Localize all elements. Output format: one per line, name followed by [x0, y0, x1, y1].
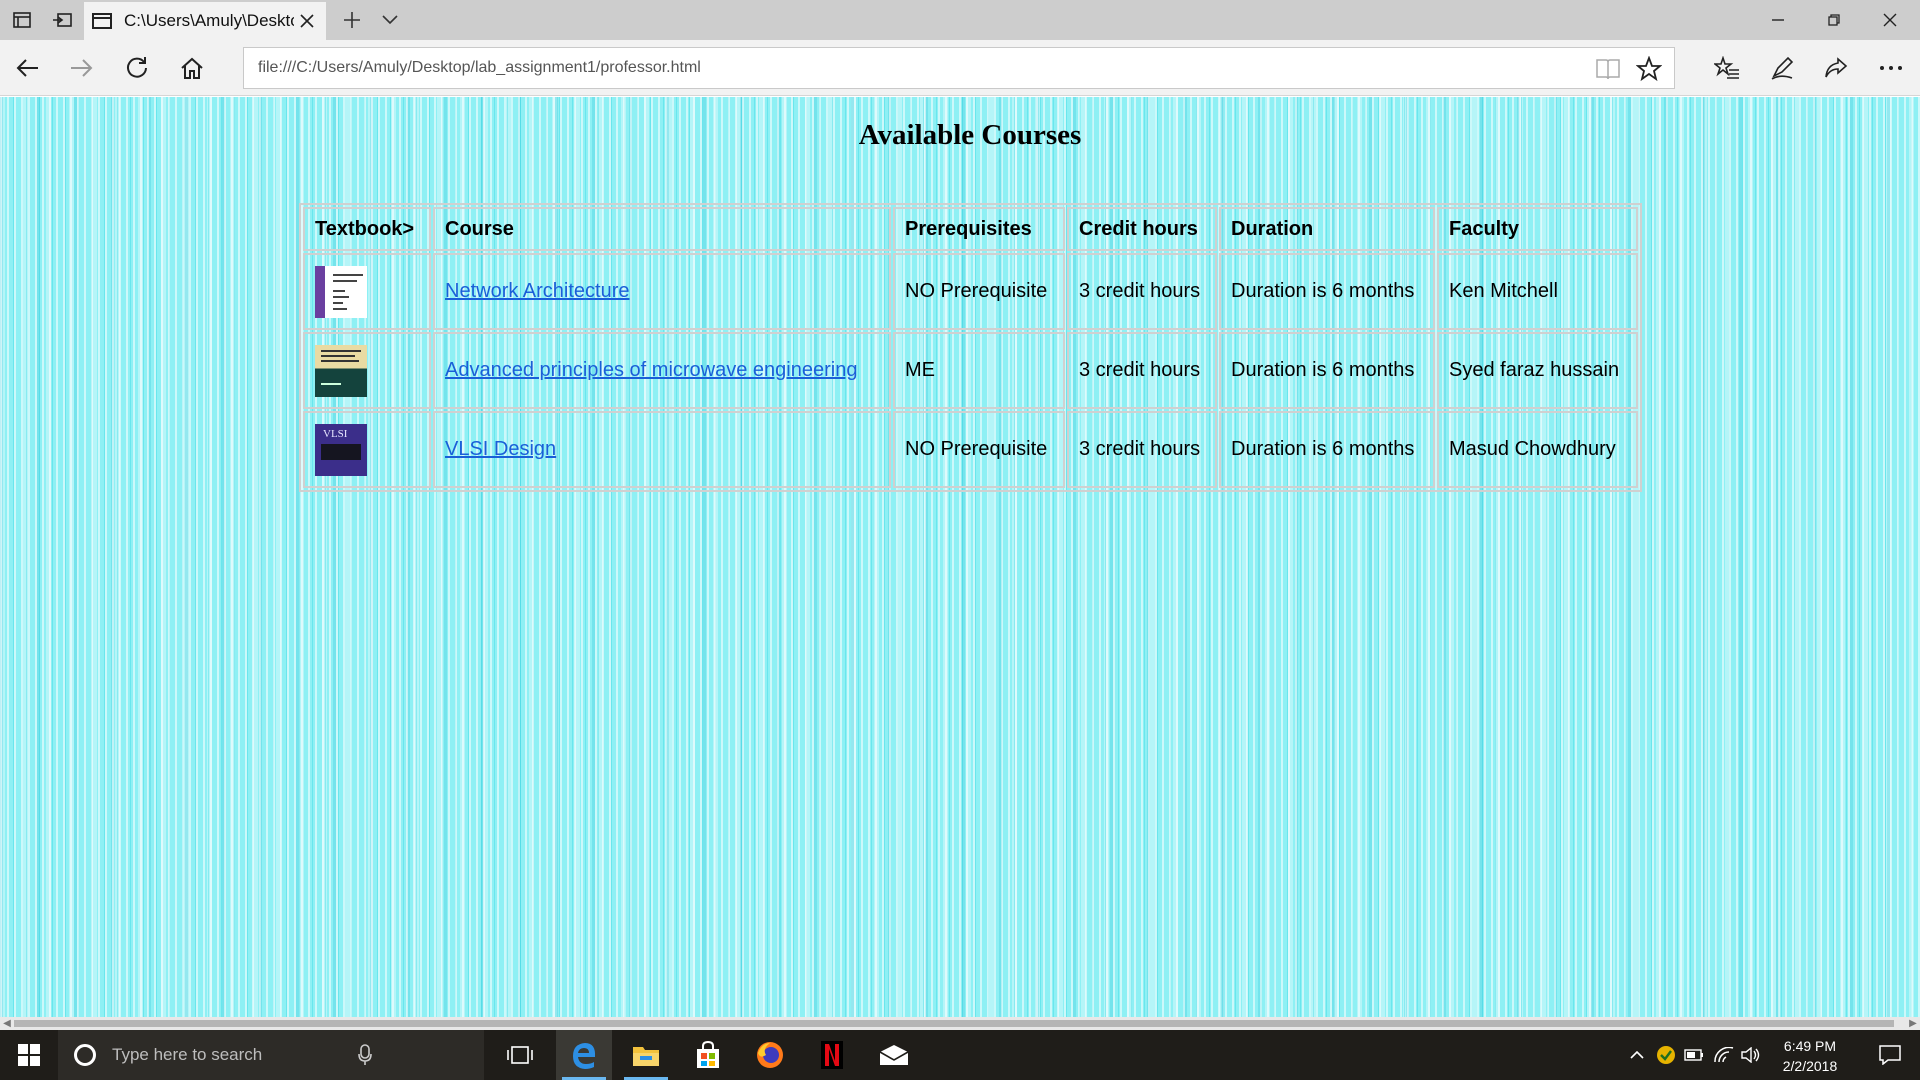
scroll-left-icon[interactable]: ◀ [0, 1017, 14, 1030]
prerequisites-cell: NO Prerequisite [893, 411, 1065, 488]
scroll-right-icon[interactable]: ▶ [1906, 1017, 1920, 1030]
course-link[interactable]: VLSI Design [445, 438, 556, 460]
web-note-pen-icon[interactable] [1760, 46, 1804, 90]
header-prerequisites: Prerequisites [893, 207, 1065, 251]
mail-icon[interactable] [866, 1030, 922, 1080]
table-row: Network Architecture NO Prerequisite 3 c… [303, 253, 1638, 330]
book-cover-vlsi-design-icon: VLSI [315, 423, 367, 476]
close-window-icon[interactable] [1862, 0, 1918, 40]
prerequisites-cell: ME [893, 332, 1065, 409]
faculty-cell: Masud Chowdhury [1437, 411, 1638, 488]
task-view-icon[interactable] [492, 1030, 548, 1080]
address-bar[interactable]: file:///C:/Users/Amuly/Desktop/lab_assig… [243, 47, 1675, 89]
close-tab-icon[interactable] [296, 10, 318, 32]
faculty-cell: Syed faraz hussain [1437, 332, 1638, 409]
home-icon[interactable] [170, 46, 214, 90]
firefox-icon[interactable] [742, 1030, 798, 1080]
table-row: VLSI VLSI Design NO Prerequisite 3 credi… [303, 411, 1638, 488]
prerequisites-cell: NO Prerequisite [893, 253, 1065, 330]
minimize-icon[interactable] [1750, 0, 1806, 40]
duration-cell: Duration is 6 months [1219, 332, 1435, 409]
edge-browser-icon[interactable] [556, 1030, 612, 1080]
favorites-hub-icon[interactable] [1705, 46, 1749, 90]
action-center-icon[interactable] [1860, 1030, 1920, 1080]
clock-time: 6:49 PM [1783, 1038, 1837, 1054]
book-cover-title: VLSI [323, 427, 348, 440]
system-clock[interactable]: 6:49 PM 2/2/2018 [1760, 1036, 1860, 1076]
forward-arrow-icon[interactable] [60, 46, 104, 90]
cortana-icon [74, 1044, 96, 1066]
title-bar: C:\Users\Amuly\Deskto [0, 0, 1920, 40]
tab-title: C:\Users\Amuly\Deskto [124, 11, 294, 30]
course-cell: Advanced principles of microwave enginee… [433, 332, 891, 409]
file-explorer-icon[interactable] [618, 1030, 674, 1080]
book-cover-microwave-engineering-icon [315, 344, 367, 397]
credit-hours-cell: 3 credit hours [1067, 253, 1217, 330]
refresh-icon[interactable] [115, 46, 159, 90]
show-hidden-icons-chevron-icon[interactable] [1622, 1030, 1652, 1080]
tab-preview-chevron-icon[interactable] [368, 0, 412, 40]
horizontal-scrollbar[interactable]: ◀ ▶ [0, 1017, 1920, 1030]
address-url: file:///C:/Users/Amuly/Desktop/lab_assig… [258, 59, 701, 76]
restore-icon[interactable] [1806, 0, 1862, 40]
netflix-icon[interactable] [804, 1030, 860, 1080]
textbook-cell: VLSI [303, 411, 431, 488]
textbook-cell [303, 253, 431, 330]
duration-cell: Duration is 6 months [1219, 411, 1435, 488]
header-credit-hours: Credit hours [1067, 207, 1217, 251]
back-arrow-icon[interactable] [5, 46, 49, 90]
security-status-icon[interactable] [1652, 1030, 1680, 1080]
header-textbook: Textbook> [303, 207, 431, 251]
add-favorite-star-icon[interactable] [1635, 55, 1663, 87]
browser-tab[interactable]: C:\Users\Amuly\Deskto [84, 2, 326, 40]
microphone-icon[interactable] [358, 1044, 372, 1071]
header-faculty: Faculty [1437, 207, 1638, 251]
credit-hours-cell: 3 credit hours [1067, 332, 1217, 409]
duration-cell: Duration is 6 months [1219, 253, 1435, 330]
microsoft-store-icon[interactable] [680, 1030, 736, 1080]
course-link[interactable]: Network Architecture [445, 280, 630, 302]
tabs-aside-icon[interactable] [40, 0, 84, 40]
page-viewport: Available Courses Textbook> Course Prere… [0, 97, 1920, 1017]
course-cell: Network Architecture [433, 253, 891, 330]
table-header-row: Textbook> Course Prerequisites Credit ho… [303, 207, 1638, 251]
taskbar-search-box[interactable]: Type here to search [58, 1030, 484, 1080]
search-placeholder: Type here to search [112, 1045, 263, 1064]
textbook-cell [303, 332, 431, 409]
scrollbar-thumb[interactable] [14, 1020, 1894, 1027]
reading-view-icon[interactable] [1596, 58, 1620, 85]
credit-hours-cell: 3 credit hours [1067, 411, 1217, 488]
clock-date: 2/2/2018 [1782, 1058, 1838, 1074]
more-options-icon[interactable] [1869, 46, 1913, 90]
share-icon[interactable] [1814, 46, 1858, 90]
wifi-icon[interactable] [1710, 1030, 1738, 1080]
navigation-bar: file:///C:/Users/Amuly/Desktop/lab_assig… [0, 40, 1920, 96]
battery-icon[interactable] [1680, 1030, 1708, 1080]
table-row: Advanced principles of microwave enginee… [303, 332, 1638, 409]
page-icon [92, 13, 112, 29]
windows-start-icon[interactable] [0, 1030, 58, 1080]
course-link[interactable]: Advanced principles of microwave enginee… [445, 359, 857, 381]
header-duration: Duration [1219, 207, 1435, 251]
tab-set-aside-icon[interactable] [0, 0, 44, 40]
taskbar: Type here to search 6:49 PM 2/2/2018 [0, 1030, 1920, 1080]
course-cell: VLSI Design [433, 411, 891, 488]
courses-table: Textbook> Course Prerequisites Credit ho… [299, 203, 1642, 492]
book-cover-network-architecture-icon [315, 265, 367, 318]
header-course: Course [433, 207, 891, 251]
page-title: Available Courses [858, 119, 1082, 151]
faculty-cell: Ken Mitchell [1437, 253, 1638, 330]
